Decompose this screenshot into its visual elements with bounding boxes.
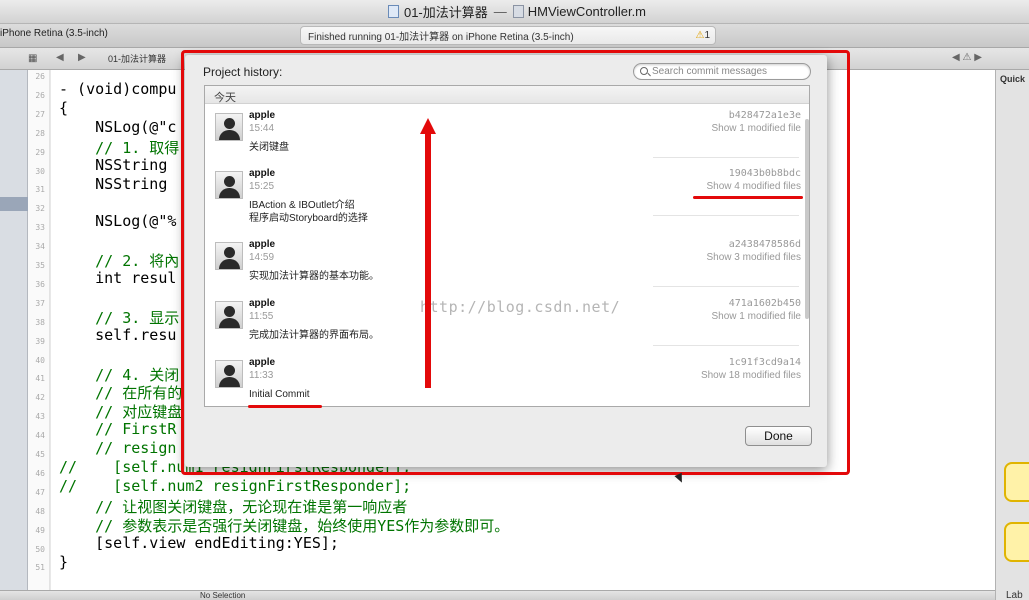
- activity-status: Finished running 01-加法计算器 on iPhone Reti…: [300, 26, 716, 45]
- utilities-panel: Quick Lab: [995, 70, 1029, 600]
- annotation-highlight-box: [181, 50, 850, 475]
- code-line: // 在所有的: [59, 384, 183, 403]
- line-number: 41: [35, 374, 45, 384]
- line-number: 31: [35, 185, 45, 195]
- line-number: 45: [35, 450, 45, 459]
- xcode-window: 01-加法计算器 — HMViewController.m iPhone Ret…: [0, 0, 1029, 600]
- code-line: // 参数表示是否强行关闭键盘，始终使用YES作为参数即可。: [59, 516, 510, 535]
- line-number: 35: [35, 261, 45, 270]
- warning-count: 1: [704, 30, 710, 41]
- line-number: 37: [35, 298, 45, 308]
- line-number: 33: [35, 223, 45, 233]
- activity-status-text: Finished running 01-加法计算器 on iPhone Reti…: [308, 32, 574, 43]
- code-line: NSString: [59, 155, 168, 174]
- project-icon: [387, 5, 399, 18]
- line-number: 36: [35, 279, 45, 289]
- navigator-strip: [0, 70, 28, 590]
- line-number: 38: [35, 317, 45, 327]
- title-file: HMViewController.m: [527, 4, 647, 19]
- code-line: NSLog(@"%: [59, 212, 177, 231]
- editor-status-bar: No Selection: [0, 590, 995, 600]
- toolbar: iPhone Retina (3.5-inch) Finished runnin…: [0, 24, 1029, 48]
- line-number: 43: [35, 412, 45, 422]
- line-number: 30: [35, 166, 45, 176]
- code-line: // 对应键盘: [59, 403, 183, 422]
- line-number: 49: [35, 525, 45, 535]
- navigator-selection[interactable]: [0, 197, 28, 211]
- code-line: // 让视图关闭键盘，无论现在谁是第一响应者: [59, 497, 408, 516]
- window-titlebar: 01-加法计算器 — HMViewController.m: [0, 0, 1029, 24]
- line-number: 48: [35, 506, 45, 516]
- line-number: 27: [35, 109, 45, 119]
- title-project: 01-加法计算器: [403, 5, 488, 20]
- line-number: 34: [35, 242, 45, 252]
- code-line: // 1. 取得: [59, 138, 180, 157]
- title-separator: —: [493, 4, 507, 19]
- object-library-tile[interactable]: [1004, 462, 1029, 502]
- forward-arrow-icon[interactable]: ▶: [78, 52, 86, 63]
- code-line: {: [59, 98, 69, 117]
- line-number: 50: [35, 544, 45, 554]
- line-number: 32: [35, 204, 45, 214]
- line-number: 47: [35, 487, 45, 497]
- library-label: Lab: [1006, 590, 1023, 600]
- m-file-icon: [512, 5, 524, 18]
- selection-status: No Selection: [200, 591, 246, 600]
- code-line: NSString: [59, 174, 168, 193]
- warning-indicator[interactable]: ⚠1: [695, 30, 710, 41]
- code-line: // FirstR: [59, 420, 177, 439]
- code-line: [self.view endEditing:YES];: [59, 533, 339, 552]
- code-line: // 2. 将內: [59, 252, 180, 271]
- back-arrow-icon[interactable]: ◀: [56, 52, 64, 63]
- line-number: 28: [35, 128, 45, 138]
- scheme-selector[interactable]: iPhone Retina (3.5-inch): [0, 28, 108, 39]
- code-line: self.resu: [59, 325, 177, 344]
- code-line: // 3. 显示: [59, 308, 180, 327]
- code-line: // [self.num2 resignFirstResponder];: [59, 476, 412, 495]
- code-line: - (void)compu: [59, 80, 177, 98]
- line-number: 29: [35, 147, 45, 157]
- line-number: 51: [35, 563, 45, 573]
- line-number: 40: [35, 355, 45, 365]
- annotation-underline: [248, 405, 322, 408]
- code-line: }: [59, 552, 69, 571]
- object-library-tile[interactable]: [1004, 522, 1029, 562]
- line-number: 26: [35, 72, 45, 81]
- code-line: // resign: [59, 439, 177, 458]
- code-line: int resul: [59, 269, 177, 287]
- jump-bar-file[interactable]: 01-加法计算器: [108, 52, 166, 65]
- issue-nav-icon[interactable]: ◀ ⚠ ▶: [952, 52, 982, 63]
- code-line: // 4. 关闭: [59, 365, 180, 384]
- line-number: 39: [35, 336, 45, 346]
- line-number-gutter: 26 26 27 28 29 30 31 32 33 34 35 36 37 38 39 40 41 42 43 44…: [28, 70, 50, 590]
- related-items-icon[interactable]: ▦: [28, 53, 37, 64]
- annotation-underline: [693, 196, 803, 199]
- quick-help-label: Quick: [1000, 74, 1026, 84]
- line-number: 42: [35, 393, 45, 403]
- line-number: 46: [35, 468, 45, 478]
- annotation-up-arrow: [420, 118, 436, 388]
- line-number: 26: [35, 90, 45, 100]
- line-number: 44: [35, 431, 45, 441]
- code-line: NSLog(@"c: [59, 117, 177, 136]
